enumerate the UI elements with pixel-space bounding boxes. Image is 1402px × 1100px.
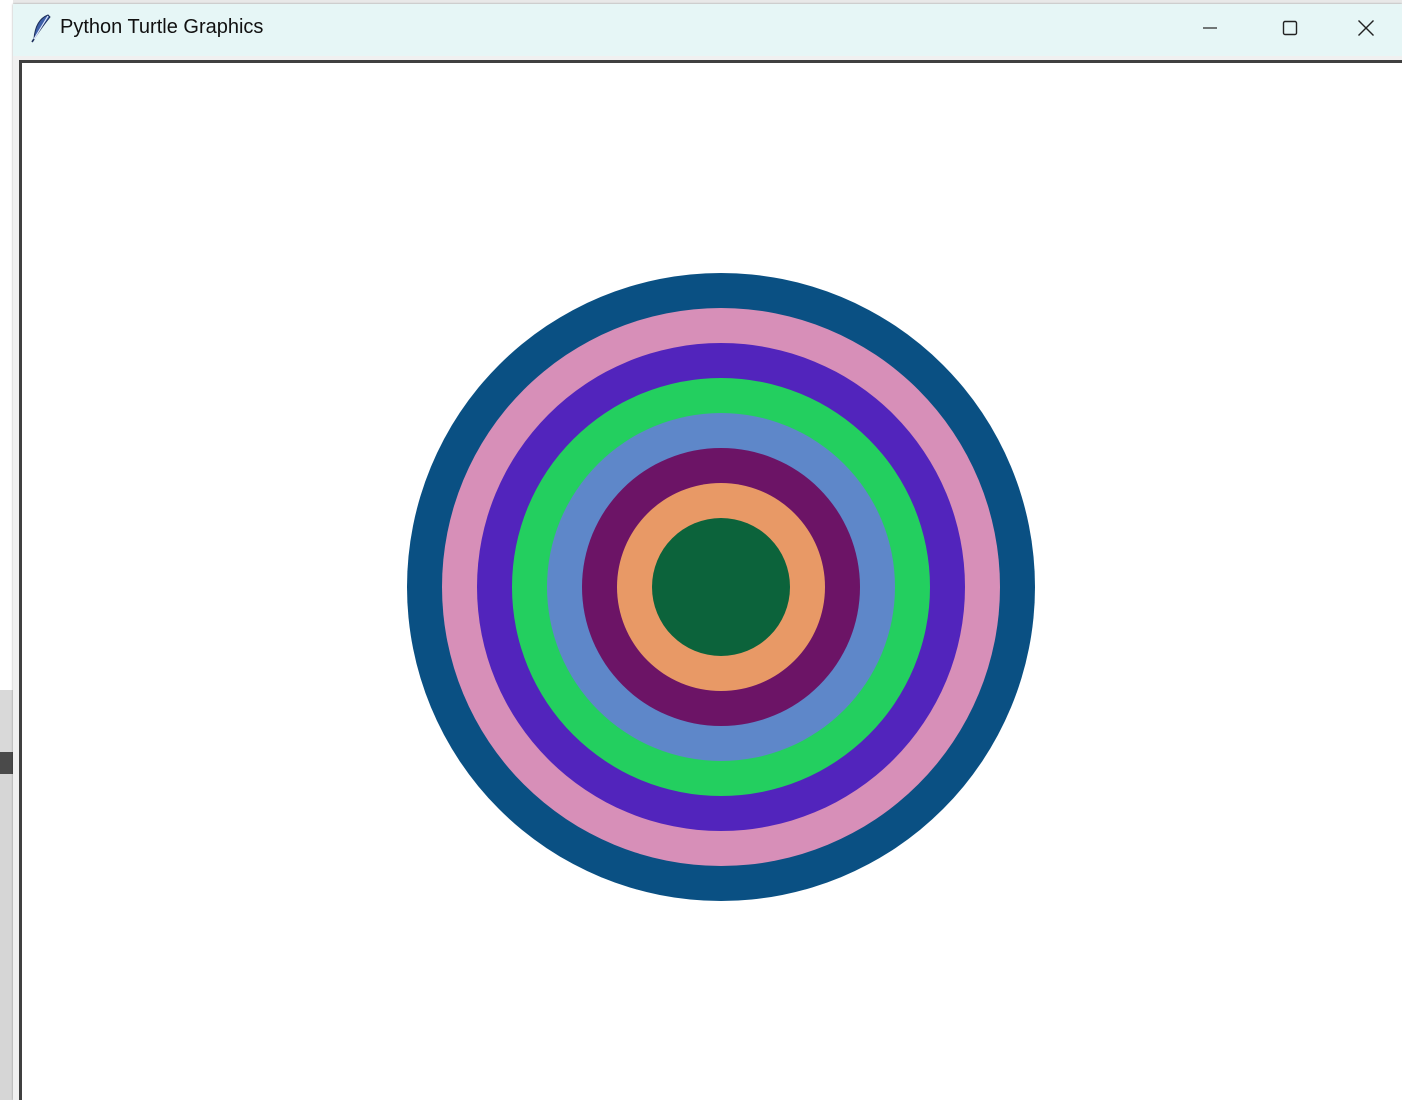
title-bar[interactable]: Python Turtle Graphics	[13, 4, 1402, 56]
maximize-icon	[1282, 20, 1298, 36]
close-button[interactable]	[1330, 4, 1402, 52]
turtle-canvas[interactable]	[22, 63, 1402, 1100]
minimize-icon	[1202, 20, 1218, 36]
ring-8	[652, 518, 790, 656]
turtle-canvas-area[interactable]	[19, 60, 1402, 1100]
close-icon	[1357, 19, 1375, 37]
background-window-edge	[0, 0, 13, 1100]
minimize-button[interactable]	[1170, 4, 1250, 52]
turtle-window: Python Turtle Graphics	[13, 4, 1402, 1100]
concentric-rings	[407, 273, 1035, 901]
maximize-button[interactable]	[1250, 4, 1330, 52]
window-title: Python Turtle Graphics	[60, 16, 264, 38]
feather-icon	[29, 13, 53, 43]
